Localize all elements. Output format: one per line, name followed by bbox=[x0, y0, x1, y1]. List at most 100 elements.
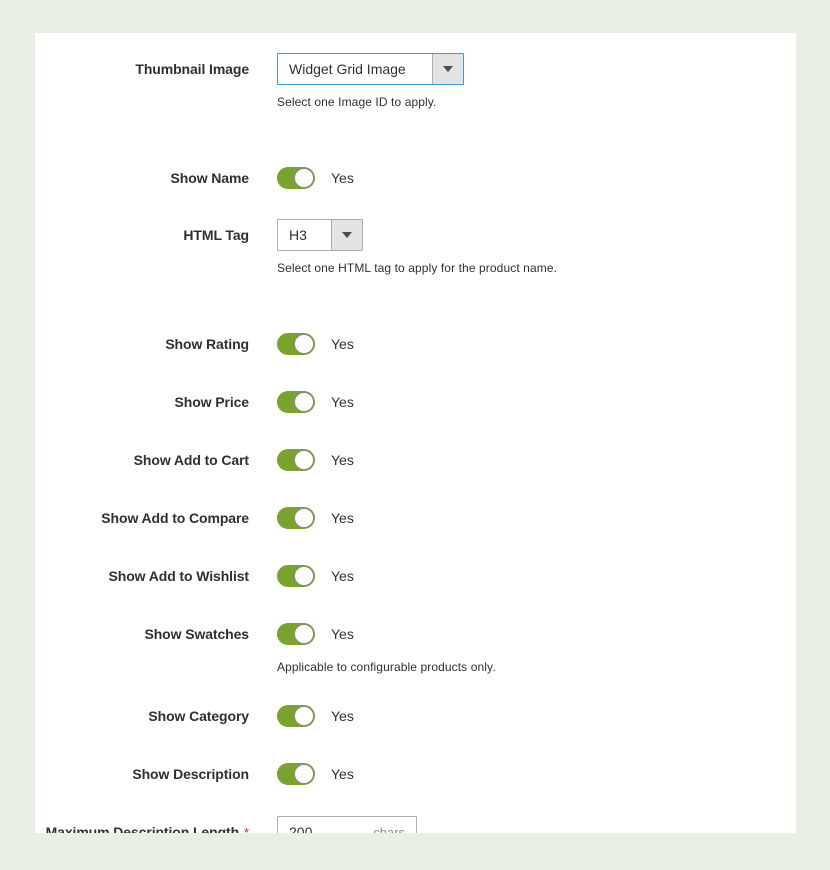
control-show-add-to-cart: Yes bbox=[277, 444, 796, 476]
select-html-tag[interactable]: H3 bbox=[277, 219, 363, 251]
page-root: Thumbnail Image Widget Grid Image Select o… bbox=[0, 0, 830, 870]
toggle-state-label: Yes bbox=[331, 394, 354, 410]
field-show-rating: Show Rating Yes bbox=[35, 328, 796, 360]
field-show-swatches: Show Swatches Yes Applicable to configurab… bbox=[35, 618, 796, 675]
toggle-state-label: Yes bbox=[331, 452, 354, 468]
widget-options-form: Thumbnail Image Widget Grid Image Select o… bbox=[35, 33, 796, 833]
label-show-price: Show Price bbox=[35, 386, 250, 418]
toggle-knob bbox=[294, 392, 314, 412]
toggle-knob bbox=[294, 334, 314, 354]
label-maximum-description-length: Maximum Description Length * bbox=[35, 816, 249, 833]
toggle-show-add-to-cart[interactable] bbox=[277, 449, 315, 471]
field-show-description: Show Description Yes bbox=[35, 758, 796, 790]
field-show-price: Show Price Yes bbox=[35, 386, 796, 418]
control-row: Yes bbox=[277, 162, 796, 194]
field-show-add-to-wishlist: Show Add to Wishlist Yes bbox=[35, 560, 796, 592]
toggle-show-add-to-wishlist[interactable] bbox=[277, 565, 315, 587]
chevron-down-icon bbox=[443, 66, 453, 72]
control-row: Yes bbox=[277, 328, 796, 360]
control-show-description: Yes bbox=[277, 758, 796, 790]
note-thumbnail-image: Select one Image ID to apply. bbox=[277, 95, 437, 109]
toggle-state-label: Yes bbox=[331, 626, 354, 642]
label-show-add-to-compare: Show Add to Compare bbox=[35, 502, 249, 534]
control-row: Yes bbox=[277, 700, 796, 732]
label-text: Show Swatches bbox=[144, 626, 249, 642]
toggle-show-swatches[interactable] bbox=[277, 623, 315, 645]
control-thumbnail-image: Widget Grid Image Select one Image ID to … bbox=[277, 53, 796, 110]
toggle-state-label: Yes bbox=[331, 766, 354, 782]
control-row: Widget Grid Image bbox=[277, 53, 796, 85]
toggle-knob bbox=[294, 624, 314, 644]
control-show-rating: Yes bbox=[277, 328, 796, 360]
toggle-knob bbox=[294, 764, 314, 784]
field-show-category: Show Category Yes bbox=[35, 700, 796, 732]
label-text: Show Name bbox=[170, 170, 250, 186]
toggle-show-name[interactable] bbox=[277, 167, 315, 189]
control-show-add-to-wishlist: Yes bbox=[277, 560, 796, 592]
field-show-name: Show Name Yes bbox=[35, 162, 796, 194]
select-thumbnail-image[interactable]: Widget Grid Image bbox=[277, 53, 464, 85]
control-show-name: Yes bbox=[277, 162, 796, 194]
control-row: Yes bbox=[277, 560, 796, 592]
label-show-description: Show Description bbox=[35, 758, 249, 790]
note-html-tag: Select one HTML tag to apply for the pro… bbox=[277, 261, 558, 275]
required-marker: * bbox=[244, 825, 249, 833]
control-show-price: Yes bbox=[277, 386, 796, 418]
control-show-category: Yes bbox=[277, 700, 796, 732]
settings-card: Thumbnail Image Widget Grid Image Select o… bbox=[35, 33, 796, 833]
field-maximum-description-length: Maximum Description Length * chars bbox=[35, 816, 796, 833]
control-html-tag: H3 Select one HTML tag to apply for the p… bbox=[277, 219, 796, 276]
label-text: Thumbnail Image bbox=[135, 61, 249, 77]
input-maximum-description-length[interactable] bbox=[278, 817, 348, 833]
toggle-show-description[interactable] bbox=[277, 763, 315, 785]
toggle-knob bbox=[294, 706, 314, 726]
label-text: HTML Tag bbox=[183, 227, 249, 243]
label-show-add-to-wishlist: Show Add to Wishlist bbox=[35, 560, 250, 592]
label-text: Show Add to Compare bbox=[101, 510, 249, 526]
control-row: H3 bbox=[277, 219, 796, 251]
label-text: Show Price bbox=[174, 394, 250, 410]
toggle-state-label: Yes bbox=[331, 510, 354, 526]
label-show-category: Show Category bbox=[35, 700, 249, 732]
field-html-tag: HTML Tag H3 Select one HTML tag to apply f… bbox=[35, 219, 796, 276]
select-dropdown-button[interactable] bbox=[331, 220, 362, 250]
chevron-down-icon bbox=[342, 232, 352, 238]
label-show-rating: Show Rating bbox=[35, 328, 249, 360]
control-show-swatches: Yes Applicable to configurable products o… bbox=[277, 618, 796, 675]
label-thumbnail-image: Thumbnail Image bbox=[35, 53, 249, 85]
label-text: Show Category bbox=[148, 708, 249, 724]
control-maximum-description-length: chars bbox=[277, 816, 796, 833]
select-value: Widget Grid Image bbox=[278, 54, 432, 84]
label-text: Show Add to Wishlist bbox=[108, 568, 250, 584]
toggle-knob bbox=[294, 450, 314, 470]
toggle-state-label: Yes bbox=[331, 568, 354, 584]
select-value: H3 bbox=[278, 220, 331, 250]
label-text: Show Add to Cart bbox=[133, 452, 249, 468]
toggle-knob bbox=[294, 168, 314, 188]
label-show-add-to-cart: Show Add to Cart bbox=[35, 444, 249, 476]
label-show-name: Show Name bbox=[35, 162, 250, 194]
toggle-knob bbox=[294, 566, 314, 586]
label-show-swatches: Show Swatches bbox=[35, 618, 249, 650]
note-show-swatches: Applicable to configurable products only… bbox=[277, 660, 496, 674]
label-text: Show Description bbox=[132, 766, 249, 782]
field-show-add-to-compare: Show Add to Compare Yes bbox=[35, 502, 796, 534]
label-text: Show Rating bbox=[165, 336, 249, 352]
select-dropdown-button[interactable] bbox=[432, 54, 463, 84]
toggle-state-label: Yes bbox=[331, 170, 354, 186]
toggle-show-price[interactable] bbox=[277, 391, 315, 413]
control-show-add-to-compare: Yes bbox=[277, 502, 796, 534]
toggle-state-label: Yes bbox=[331, 708, 354, 724]
control-row: Yes bbox=[277, 444, 796, 476]
toggle-show-rating[interactable] bbox=[277, 333, 315, 355]
field-show-add-to-cart: Show Add to Cart Yes bbox=[35, 444, 796, 476]
input-wrapper-maximum-description-length: chars bbox=[277, 816, 417, 833]
control-row: chars bbox=[277, 816, 796, 833]
toggle-show-category[interactable] bbox=[277, 705, 315, 727]
toggle-knob bbox=[294, 508, 314, 528]
toggle-state-label: Yes bbox=[331, 336, 354, 352]
control-row: Yes bbox=[277, 386, 796, 418]
field-thumbnail-image: Thumbnail Image Widget Grid Image Select o… bbox=[35, 53, 796, 110]
toggle-show-add-to-compare[interactable] bbox=[277, 507, 315, 529]
control-row: Yes bbox=[277, 758, 796, 790]
